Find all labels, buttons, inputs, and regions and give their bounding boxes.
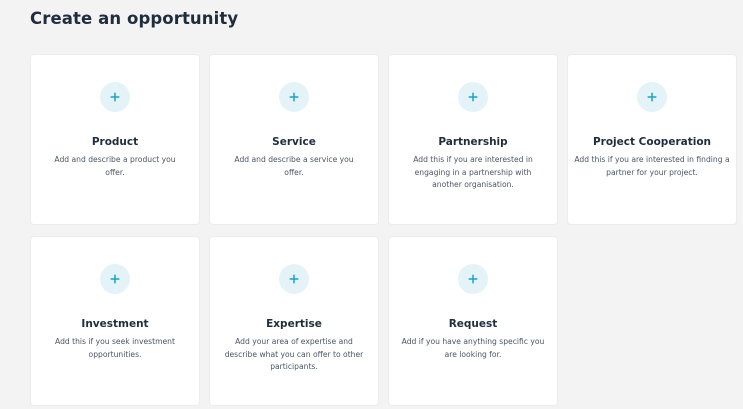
add-button-request[interactable] <box>458 264 488 294</box>
plus-icon <box>468 92 478 102</box>
add-button-investment[interactable] <box>100 264 130 294</box>
card-title: Investment <box>81 318 149 330</box>
opportunity-card-partnership[interactable]: Partnership Add this if you are interest… <box>389 55 557 224</box>
add-button-project-cooperation[interactable] <box>637 82 667 112</box>
plus-icon <box>647 92 657 102</box>
plus-icon <box>468 274 478 284</box>
card-description: Add and describe a product you offer. <box>54 155 176 177</box>
card-description: Add if you have anything specific you ar… <box>401 337 545 359</box>
add-button-service[interactable] <box>279 82 309 112</box>
card-title: Request <box>448 318 498 330</box>
card-title: Partnership <box>438 136 508 148</box>
add-button-product[interactable] <box>100 82 130 112</box>
plus-icon <box>110 274 120 284</box>
add-button-expertise[interactable] <box>279 264 309 294</box>
card-title: Project Cooperation <box>592 136 712 148</box>
opportunity-card-project-cooperation[interactable]: Project Cooperation Add this if you are … <box>568 55 736 224</box>
create-opportunity-page: Create an opportunity Product Add and de… <box>0 0 743 409</box>
opportunity-card-investment[interactable]: Investment Add this if you seek investme… <box>31 237 199 405</box>
opportunity-card-expertise[interactable]: Expertise Add your area of expertise and… <box>210 237 378 405</box>
add-button-partnership[interactable] <box>458 82 488 112</box>
plus-icon <box>289 274 299 284</box>
opportunity-card-service[interactable]: Service Add and describe a service you o… <box>210 55 378 224</box>
card-description: Add this if you seek investment opportun… <box>55 337 175 359</box>
card-description: Add this if you are interested in engagi… <box>413 155 533 189</box>
card-title: Product <box>91 136 139 148</box>
opportunity-card-request[interactable]: Request Add if you have anything specifi… <box>389 237 557 405</box>
plus-icon <box>289 92 299 102</box>
card-description: Add and describe a service you offer. <box>234 155 354 177</box>
plus-icon <box>110 92 120 102</box>
opportunity-card-product[interactable]: Product Add and describe a product you o… <box>31 55 199 224</box>
card-title: Service <box>272 136 316 148</box>
card-description: Add your area of expertise and describe … <box>224 337 364 371</box>
page-title: Create an opportunity <box>30 9 239 28</box>
card-description: Add this if you are interested in findin… <box>574 155 730 177</box>
card-title: Expertise <box>266 318 322 330</box>
